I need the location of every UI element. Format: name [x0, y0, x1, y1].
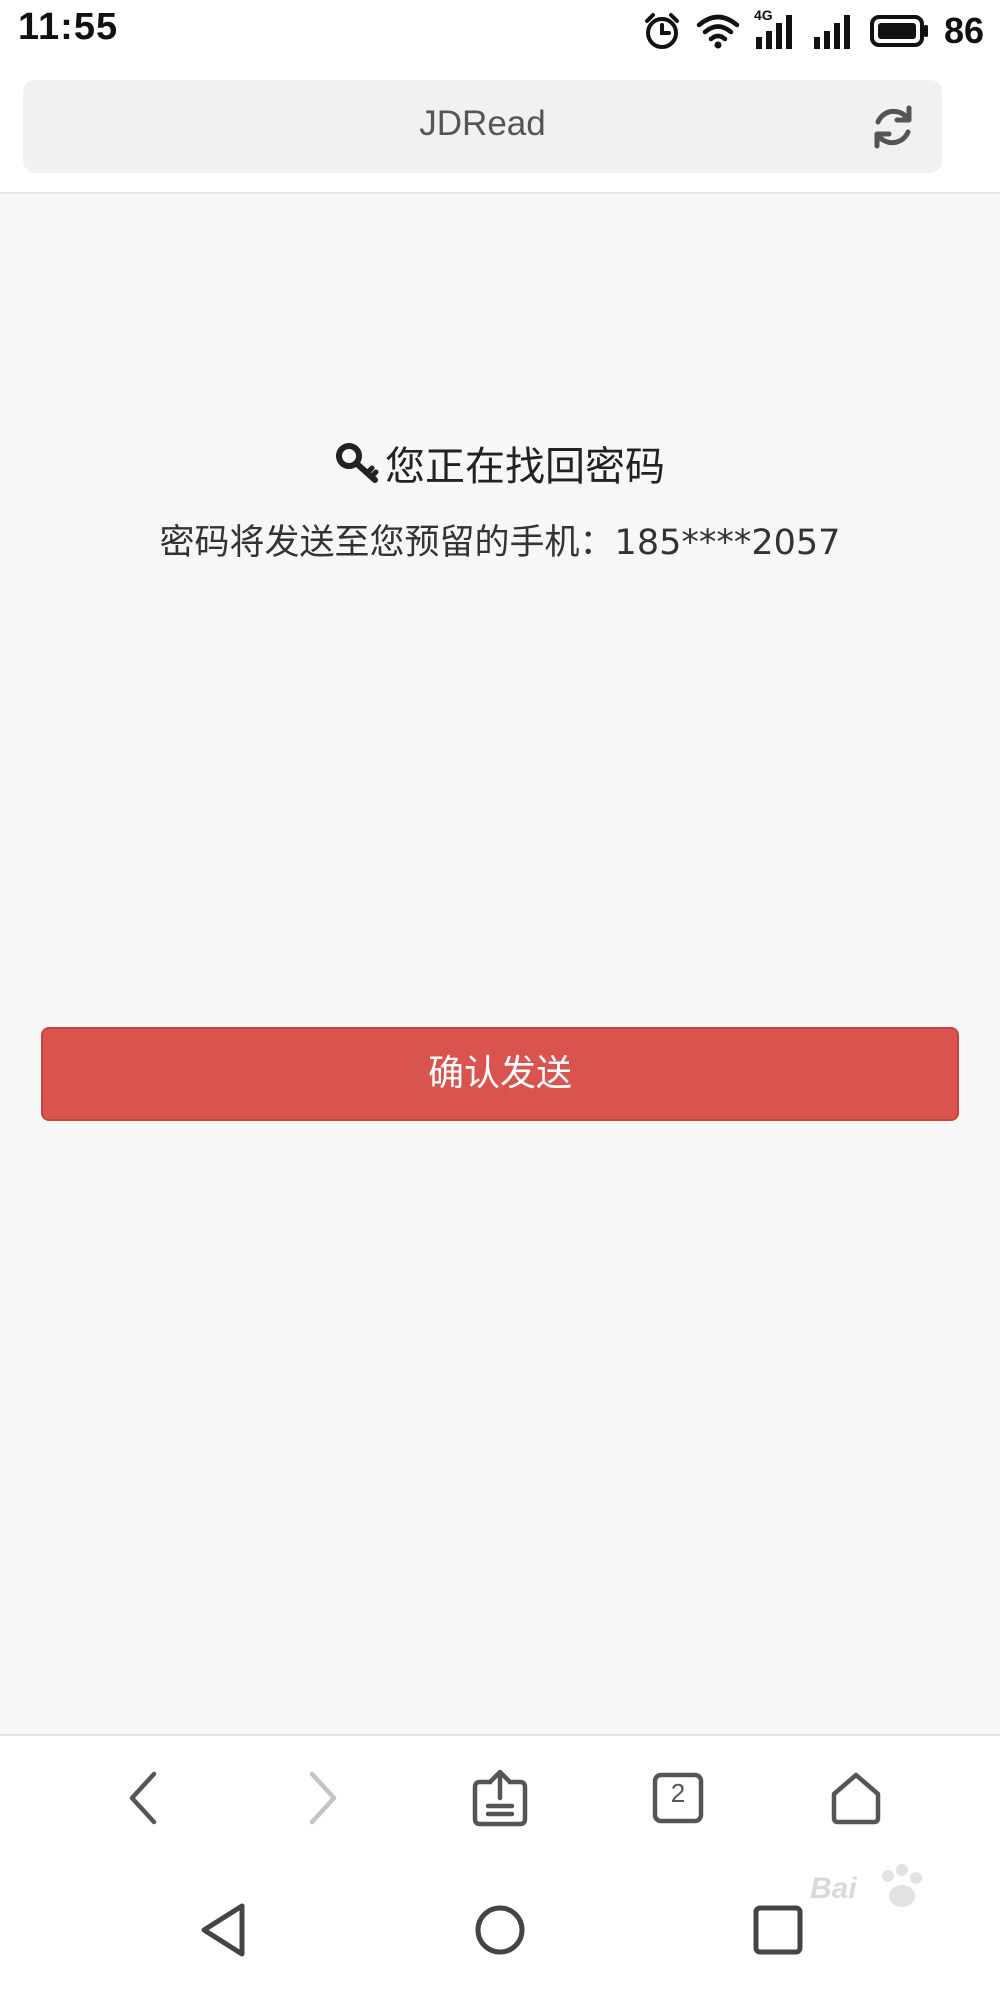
chevron-right-icon	[309, 1771, 337, 1825]
phone-notice: 密码将发送至您预留的手机：185****2057	[159, 523, 841, 563]
page-title: JDRead	[419, 104, 546, 143]
circle-home-icon[interactable]	[470, 1900, 530, 1960]
status-bar: 11:55 4G 86	[0, 0, 1000, 62]
home-button[interactable]	[824, 1766, 888, 1830]
status-icons: 4G 86	[642, 7, 984, 54]
paw-icon	[882, 1864, 922, 1907]
battery-icon	[869, 15, 928, 47]
signal-icon	[813, 15, 850, 49]
tabs-count: 2	[670, 1778, 686, 1808]
alarm-icon	[644, 13, 679, 49]
watermark-logo-text: Bai	[810, 1872, 857, 1905]
browser-header: JDRead	[0, 62, 1000, 194]
share-icon	[472, 1769, 528, 1827]
tabs-button[interactable]: 2	[646, 1766, 710, 1830]
battery-level: 86	[943, 10, 984, 51]
share-button[interactable]	[468, 1766, 532, 1830]
heading-text: 您正在找回密码	[385, 444, 665, 490]
key-icon	[336, 443, 379, 483]
screen: 11:55 4G 86 JDRead 您正在找回密码 密码将发送至您预留的手机：…	[0, 0, 1000, 2001]
recover-password-heading: 您正在找回密码	[0, 434, 1000, 492]
triangle-back-icon[interactable]	[194, 1900, 254, 1960]
signal-4g-icon: 4G	[754, 7, 798, 51]
confirm-send-button[interactable]: 确认发送	[41, 1027, 959, 1121]
page-content: 您正在找回密码 密码将发送至您预留的手机：185****2057 确认发送	[0, 194, 1000, 1734]
baidu-watermark: Bai	[810, 1850, 990, 1980]
status-time: 11:55	[18, 6, 119, 48]
back-button[interactable]	[112, 1766, 176, 1830]
forward-button[interactable]	[290, 1766, 354, 1830]
square-recent-icon[interactable]	[748, 1900, 808, 1960]
wifi-icon	[696, 14, 740, 49]
address-bar[interactable]: JDRead	[23, 80, 942, 173]
browser-toolbar: 2	[0, 1734, 1000, 1864]
home-icon	[831, 1772, 881, 1825]
chevron-left-icon	[129, 1771, 157, 1825]
refresh-icon[interactable]	[868, 102, 918, 152]
